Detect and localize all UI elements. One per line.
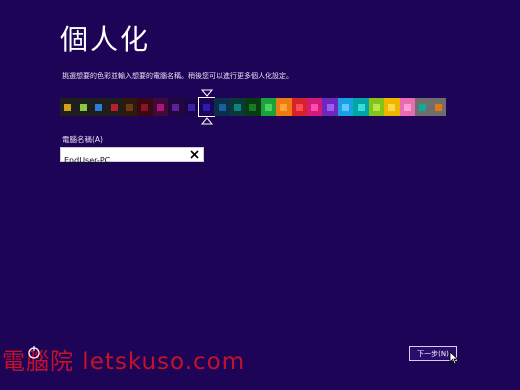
color-swatch[interactable] <box>168 98 184 116</box>
color-swatch-chip <box>311 103 319 111</box>
color-swatch-chip <box>388 103 396 111</box>
color-swatch-chip <box>357 103 365 111</box>
color-swatch-chip <box>372 103 380 111</box>
color-swatch[interactable] <box>368 98 385 116</box>
color-swatch[interactable] <box>384 98 400 116</box>
watermark-logo-icon <box>28 346 40 359</box>
color-swatch-chip <box>218 103 226 111</box>
color-swatch-chip <box>64 103 72 111</box>
color-swatch[interactable] <box>183 98 199 116</box>
computer-name-label: 電腦名稱(A) <box>62 135 103 144</box>
color-swatch-chip <box>403 103 411 111</box>
selected-color-marker-bottom-icon <box>200 117 213 125</box>
color-swatch[interactable] <box>121 98 138 116</box>
color-swatch-chip <box>234 103 242 111</box>
color-swatch[interactable] <box>245 98 261 116</box>
color-swatch[interactable] <box>106 98 122 116</box>
color-swatch[interactable] <box>307 98 323 116</box>
color-swatch-chip <box>434 103 442 111</box>
color-swatch[interactable] <box>322 98 338 116</box>
color-swatch-chip <box>342 103 350 111</box>
color-swatch[interactable] <box>260 98 277 116</box>
clear-icon[interactable] <box>189 149 200 160</box>
page-title: 個人化 <box>60 23 151 56</box>
color-picker[interactable] <box>60 97 446 117</box>
color-swatch-chip <box>172 103 180 111</box>
color-swatch[interactable] <box>60 98 76 116</box>
color-swatch[interactable] <box>137 98 153 116</box>
color-swatch[interactable] <box>353 98 369 116</box>
color-swatch[interactable] <box>75 98 91 116</box>
computer-name-field[interactable] <box>60 147 204 167</box>
color-swatch[interactable] <box>291 98 307 116</box>
color-swatch[interactable] <box>415 98 431 116</box>
color-swatch-chip <box>203 103 211 111</box>
color-swatch-chip <box>187 103 195 111</box>
color-swatch[interactable] <box>399 98 416 116</box>
color-swatch-chip <box>141 103 149 111</box>
color-swatch[interactable] <box>90 98 107 116</box>
selected-color-marker-top-icon <box>200 89 213 97</box>
color-swatch[interactable] <box>152 98 169 116</box>
color-swatch[interactable] <box>229 98 246 116</box>
color-swatch[interactable] <box>337 98 354 116</box>
color-swatch[interactable] <box>214 98 230 116</box>
color-swatch[interactable] <box>430 98 446 116</box>
color-swatch-chip <box>326 103 334 111</box>
mouse-cursor-icon <box>449 351 459 365</box>
color-swatch-chip <box>156 103 164 111</box>
instruction-text: 挑選想要的色彩並輸入想要的電腦名稱。稍後您可以進行更多個人化設定。 <box>62 72 293 80</box>
color-swatch-chip <box>419 103 427 111</box>
color-swatch-chip <box>79 103 87 111</box>
color-swatch-chip <box>110 103 118 111</box>
color-swatch-chip <box>95 103 103 111</box>
color-swatch-chip <box>125 103 133 111</box>
computer-name-input[interactable] <box>61 154 182 167</box>
color-swatch[interactable] <box>197 97 216 117</box>
color-swatch[interactable] <box>276 98 292 116</box>
color-swatch-chip <box>295 103 303 111</box>
color-swatch-chip <box>249 103 257 111</box>
color-swatch-chip <box>280 103 288 111</box>
color-swatch-chip <box>264 103 272 111</box>
